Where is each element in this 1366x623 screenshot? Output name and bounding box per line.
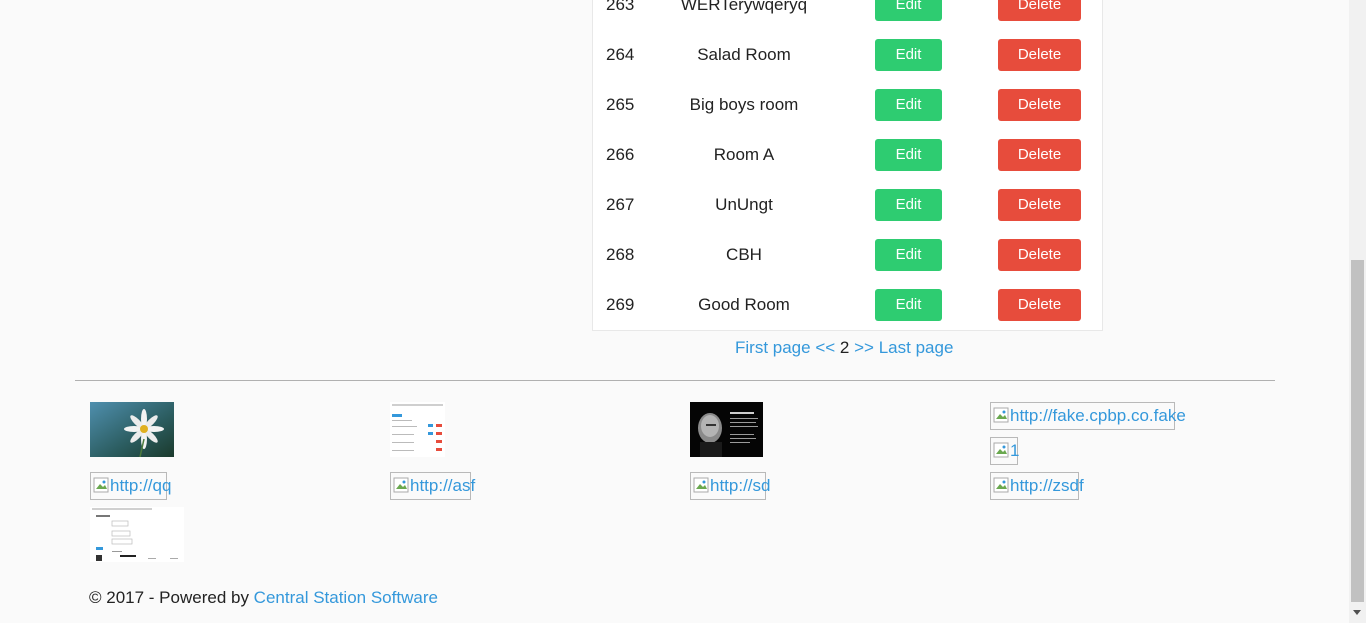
room-name: WERTerywqeryq: [680, 0, 808, 14]
room-id: 265: [606, 95, 635, 114]
broken-image[interactable]: http://asf: [390, 472, 475, 500]
edit-button[interactable]: Edit: [875, 289, 942, 321]
broken-image-alt: http://sd: [710, 476, 771, 495]
scroll-down-arrow-icon[interactable]: [1353, 610, 1361, 615]
broken-image-icon: [993, 475, 1009, 493]
room-id: 268: [606, 245, 635, 264]
divider: [75, 380, 1275, 381]
broken-image-alt: http://fake.cpbp.co.fake: [1010, 406, 1186, 425]
room-id: 267: [606, 195, 635, 214]
broken-image[interactable]: 1: [990, 437, 1020, 465]
pagination: First page << 2 >> Last page: [735, 338, 953, 358]
room-id: 266: [606, 145, 635, 164]
broken-image[interactable]: http://fake.cpbp.co.fake: [990, 402, 1186, 430]
broken-image-alt: http://zsdf: [1010, 476, 1084, 495]
broken-image-icon: [393, 475, 409, 493]
delete-button[interactable]: Delete: [998, 139, 1081, 171]
portrait-thumbnail[interactable]: [690, 402, 763, 457]
edit-button[interactable]: Edit: [875, 239, 942, 271]
edit-button[interactable]: Edit: [875, 39, 942, 71]
vertical-scrollbar[interactable]: [1349, 0, 1366, 623]
table-row: 267 UnUngt Edit Delete: [593, 180, 1102, 230]
copyright-text: © 2017 - Powered by: [89, 588, 254, 607]
table-row: 269 Good Room Edit Delete: [593, 280, 1102, 330]
room-name: Room A: [713, 145, 775, 164]
first-page-link[interactable]: First page: [735, 338, 811, 357]
table-row: 263 WERTerywqeryq Edit Delete: [593, 0, 1102, 30]
edit-button[interactable]: Edit: [875, 0, 942, 21]
broken-image-icon: [93, 475, 109, 493]
delete-button[interactable]: Delete: [998, 89, 1081, 121]
rooms-table: 263 WERTerywqeryq Edit Delete 264 Salad …: [592, 0, 1103, 331]
last-page-link[interactable]: Last page: [879, 338, 954, 357]
daisy-photo-thumbnail[interactable]: [90, 402, 174, 457]
room-id: 264: [606, 45, 635, 64]
broken-image-icon: [993, 440, 1009, 458]
broken-image[interactable]: http://qq: [90, 472, 171, 500]
edit-button[interactable]: Edit: [875, 89, 942, 121]
prev-page-link[interactable]: <<: [815, 338, 835, 357]
company-link[interactable]: Central Station Software: [254, 588, 438, 607]
table-row: 268 CBH Edit Delete: [593, 230, 1102, 280]
broken-image-alt: http://qq: [110, 476, 172, 495]
room-name: CBH: [726, 245, 762, 264]
page: 263 WERTerywqeryq Edit Delete 264 Salad …: [0, 0, 1349, 623]
form-screenshot-thumbnail[interactable]: [90, 507, 184, 562]
room-name: Big boys room: [689, 95, 799, 114]
footer: © 2017 - Powered by Central Station Soft…: [89, 588, 438, 608]
table-row: 264 Salad Room Edit Delete: [593, 30, 1102, 80]
room-id: 263: [606, 0, 635, 14]
scrollbar-thumb[interactable]: [1351, 260, 1364, 602]
delete-button[interactable]: Delete: [998, 289, 1081, 321]
screenshot-thumbnail[interactable]: [390, 402, 445, 457]
room-name: Salad Room: [697, 45, 791, 64]
broken-image[interactable]: http://sd: [690, 472, 770, 500]
delete-button[interactable]: Delete: [998, 0, 1081, 21]
broken-image-icon: [693, 475, 709, 493]
delete-button[interactable]: Delete: [998, 189, 1081, 221]
edit-button[interactable]: Edit: [875, 189, 942, 221]
table-row: 266 Room A Edit Delete: [593, 130, 1102, 180]
current-page: 2: [839, 338, 850, 357]
broken-image[interactable]: http://zsdf: [990, 472, 1084, 500]
room-name: UnUngt: [715, 195, 773, 214]
room-id: 269: [606, 295, 635, 314]
broken-image-icon: [993, 405, 1009, 423]
edit-button[interactable]: Edit: [875, 139, 942, 171]
broken-image-alt: http://asf: [410, 476, 476, 495]
delete-button[interactable]: Delete: [998, 239, 1081, 271]
table-row: 265 Big boys room Edit Delete: [593, 80, 1102, 130]
broken-image-alt: 1: [1010, 441, 1020, 460]
delete-button[interactable]: Delete: [998, 39, 1081, 71]
next-page-link[interactable]: >>: [854, 338, 874, 357]
room-name: Good Room: [698, 295, 790, 314]
